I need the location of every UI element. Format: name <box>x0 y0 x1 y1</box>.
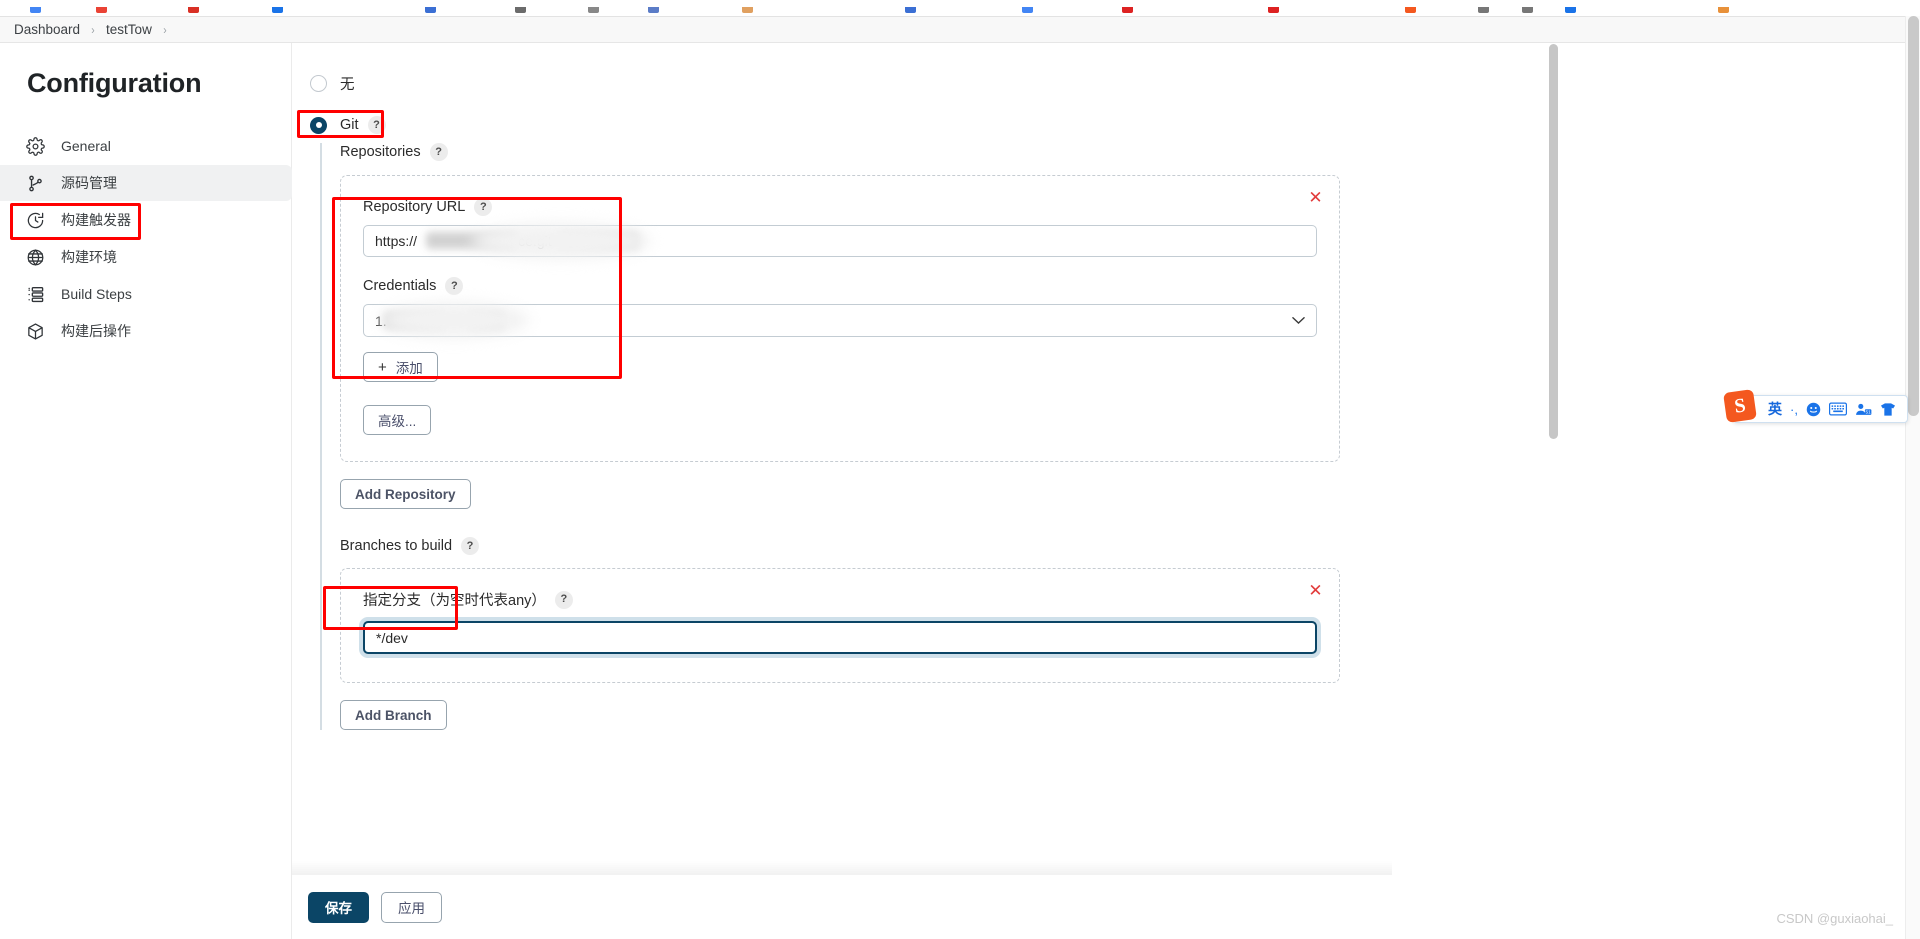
sidebar-item-label: 构建后操作 <box>61 323 131 339</box>
source-branch-icon <box>25 173 46 194</box>
scm-option-none[interactable]: 无 <box>310 72 355 94</box>
credentials-selected-suffix: ** <box>478 312 492 329</box>
inner-scrollbar-thumb[interactable] <box>1549 44 1558 439</box>
branches-to-build-label-row: Branches to build ? <box>340 537 1340 555</box>
repository-url-input-wrap <box>363 223 1317 259</box>
page-scrollbar-thumb[interactable] <box>1908 16 1919 416</box>
credentials-label: Credentials <box>363 278 437 294</box>
repository-card: ✕ Repository URL ? Credentials ? <box>340 175 1340 462</box>
sidebar-item-label: 构建环境 <box>61 249 117 265</box>
svg-text:51: 51 <box>1866 409 1872 414</box>
radio-none[interactable] <box>310 74 327 92</box>
remove-branch-button[interactable]: ✕ <box>1306 581 1325 600</box>
breadcrumb-item-project[interactable]: testTow <box>106 22 152 37</box>
sogou-logo-icon[interactable]: S <box>1723 389 1757 423</box>
branch-specifier-label-row: 指定分支（为空时代表any） ? <box>363 589 1317 610</box>
repository-url-label: Repository URL <box>363 199 466 215</box>
help-icon-credentials[interactable]: ? <box>445 277 464 295</box>
credentials-select-wrap: 1. ** <box>363 302 1317 338</box>
ime-toolbar: S 英 ·, 51 <box>1723 389 1908 423</box>
add-repository-button[interactable]: Add Repository <box>340 479 471 509</box>
help-icon-repositories[interactable]: ? <box>429 143 448 161</box>
gear-icon <box>25 136 46 157</box>
help-icon-git[interactable]: ? <box>367 116 386 134</box>
breadcrumb-separator-icon: › <box>163 22 167 37</box>
help-icon-branch-specifier[interactable]: ? <box>554 590 573 609</box>
page-scrollbar[interactable] <box>1905 16 1920 939</box>
form-action-bar: 保存 应用 <box>292 861 1920 939</box>
ime-emoji-icon[interactable] <box>1806 402 1821 417</box>
add-credentials-button[interactable]: + 添加 <box>363 352 438 382</box>
credentials-label-row: Credentials ? <box>363 277 1317 295</box>
help-icon-branches[interactable]: ? <box>461 537 480 555</box>
remove-repository-button[interactable]: ✕ <box>1306 188 1325 207</box>
repository-url-label-row: Repository URL ? <box>363 198 1317 216</box>
sidebar: Configuration General 源码管理 构建触发器 构建环境 Bu… <box>0 43 292 939</box>
sidebar-item-build-triggers[interactable]: 构建触发器 <box>0 202 292 238</box>
radio-git[interactable] <box>310 116 327 134</box>
save-button[interactable]: 保存 <box>308 891 369 923</box>
apply-button[interactable]: 应用 <box>381 891 442 923</box>
repositories-label-row: Repositories ? <box>340 143 1340 161</box>
list-steps-icon <box>25 284 46 305</box>
breadcrumb-separator-icon: › <box>91 22 95 37</box>
sidebar-item-label: 源码管理 <box>61 175 117 191</box>
credentials-selected-value: 1. <box>375 312 387 329</box>
add-credentials-label: 添加 <box>395 361 423 376</box>
sidebar-item-general[interactable]: General <box>0 128 292 164</box>
ime-keyboard-icon[interactable] <box>1828 402 1847 416</box>
repositories-label: Repositories <box>340 144 421 160</box>
branch-specifier-input[interactable] <box>363 621 1317 654</box>
plus-icon: + <box>378 358 387 376</box>
branch-card: ✕ 指定分支（为空时代表any） ? <box>340 568 1340 683</box>
scm-option-git-label: Git <box>340 117 359 133</box>
breadcrumb-item-dashboard[interactable]: Dashboard <box>14 22 80 37</box>
branch-input-wrap <box>363 621 1317 654</box>
globe-icon <box>25 247 46 268</box>
breadcrumb: Dashboard › testTow › <box>0 16 1920 43</box>
ime-skin-icon[interactable] <box>1880 402 1896 417</box>
help-icon-repository-url[interactable]: ? <box>474 198 493 216</box>
sidebar-item-source-code-management[interactable]: 源码管理 <box>0 165 292 201</box>
browser-bookmarks-strip <box>0 0 1920 16</box>
ime-user-icon[interactable]: 51 <box>1855 402 1872 417</box>
scm-option-none-label: 无 <box>340 76 355 93</box>
sidebar-item-label: 构建触发器 <box>61 212 131 228</box>
add-branch-button[interactable]: Add Branch <box>340 700 447 730</box>
bookmark-clip <box>0 0 1920 7</box>
advanced-button[interactable]: 高级... <box>363 405 432 435</box>
sidebar-item-post-build-actions[interactable]: 构建后操作 <box>0 313 292 349</box>
package-icon <box>25 321 46 342</box>
config-form-scroll-area: 无 Git ? Repositories ? ✕ Repository URL … <box>292 43 1560 888</box>
repository-url-input[interactable] <box>363 225 1317 257</box>
scm-option-git[interactable]: Git ? <box>310 114 386 136</box>
sidebar-item-build-environment[interactable]: 构建环境 <box>0 239 292 275</box>
clock-icon <box>25 210 46 231</box>
ime-punctuation-icon[interactable]: ·, <box>1790 403 1798 416</box>
page-title: Configuration <box>27 68 202 98</box>
sidebar-item-label: Build Steps <box>61 286 132 302</box>
credentials-select[interactable]: 1. ** <box>363 304 1317 337</box>
watermark: CSDN @guxiaohai_ <box>1776 911 1893 926</box>
sidebar-item-label: General <box>61 138 111 154</box>
ime-language-mode[interactable]: 英 <box>1768 402 1782 416</box>
git-settings-group: Repositories ? ✕ Repository URL ? Creden <box>320 143 1340 730</box>
sidebar-item-build-steps[interactable]: Build Steps <box>0 276 292 312</box>
branches-to-build-label: Branches to build <box>340 538 453 554</box>
sidebar-nav: General 源码管理 构建触发器 构建环境 Build Steps 构建后操… <box>0 128 292 350</box>
branch-specifier-label: 指定分支（为空时代表any） <box>363 593 546 609</box>
main-content: 无 Git ? Repositories ? ✕ Repository URL … <box>292 43 1920 939</box>
